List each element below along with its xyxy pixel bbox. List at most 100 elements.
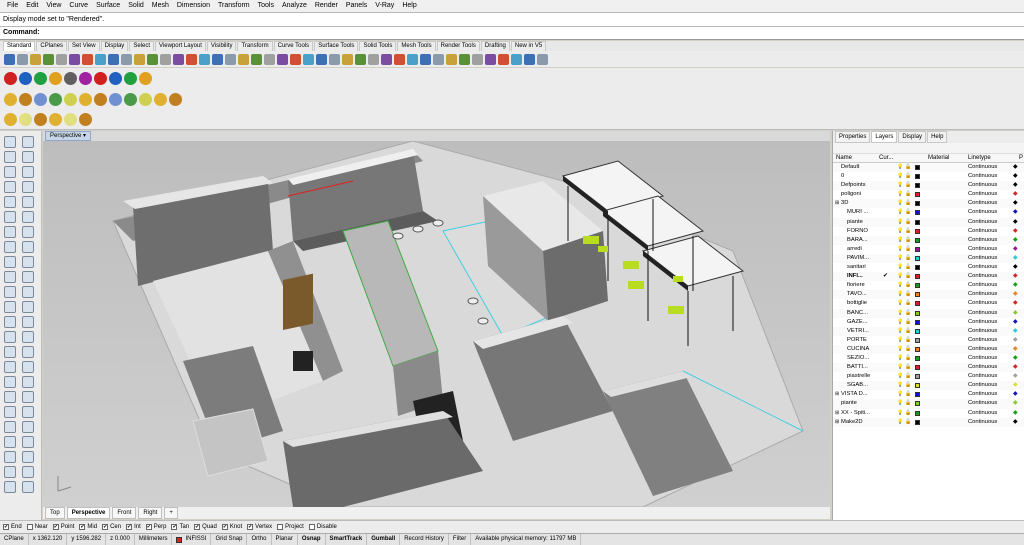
toolbar-tool-icon[interactable] [79, 92, 92, 106]
toggle-grid-snap[interactable]: Grid Snap [211, 534, 248, 545]
toolbar-tool-icon[interactable] [17, 53, 28, 65]
visibility-bulb-icon[interactable]: 💡 [897, 363, 903, 372]
tool-icon[interactable] [4, 166, 16, 178]
cplane-label[interactable]: CPlane [0, 534, 29, 545]
toolbar-tool-icon[interactable] [124, 72, 137, 85]
tool-icon[interactable] [4, 466, 16, 478]
toolbar-tool-icon[interactable] [316, 53, 327, 65]
layer-linetype[interactable]: Continuous [968, 399, 997, 408]
tool-icon[interactable] [4, 436, 16, 448]
layer-color-swatch[interactable] [915, 283, 920, 289]
tool-icon[interactable] [22, 286, 34, 298]
toolbar-tool-icon[interactable] [169, 92, 182, 106]
tool-icon[interactable] [22, 136, 34, 148]
lock-icon[interactable]: 🔓 [905, 272, 911, 281]
toolbar-tool-icon[interactable] [277, 53, 288, 65]
layer-row[interactable]: BATTI... 💡 🔓 Continuous ◆ [833, 363, 1024, 373]
visibility-bulb-icon[interactable]: 💡 [897, 227, 903, 236]
osnap-mid[interactable]: ✔ Mid [79, 524, 97, 530]
toolbar-tool-icon[interactable] [342, 53, 353, 65]
viewport-tab-top[interactable]: Top [45, 507, 65, 519]
layer-linetype[interactable]: Continuous [968, 172, 997, 181]
layer-color-swatch[interactable] [915, 246, 920, 252]
viewport-tab-right[interactable]: Right [138, 507, 163, 519]
layer-name[interactable]: FORNO [847, 227, 868, 236]
toolbar-tool-icon[interactable] [407, 53, 418, 65]
tab-viewport-layout[interactable]: Viewport Layout [155, 41, 206, 51]
print-color-icon[interactable]: ◆ [1013, 318, 1017, 327]
print-color-icon[interactable]: ◆ [1013, 172, 1017, 181]
tool-icon[interactable] [22, 211, 34, 223]
layer-row[interactable]: fioriere 💡 🔓 Continuous ◆ [833, 281, 1024, 290]
print-color-icon[interactable]: ◆ [1013, 181, 1017, 190]
tool-icon[interactable] [22, 166, 34, 178]
layer-name[interactable]: piante [847, 218, 863, 227]
layer-name[interactable]: GAZE... [847, 318, 868, 327]
print-color-icon[interactable]: ◆ [1013, 345, 1017, 354]
lock-icon[interactable]: 🔓 [905, 418, 911, 427]
tab-select[interactable]: Select [129, 41, 154, 51]
tool-icon[interactable] [4, 361, 16, 373]
menu-item-dimension[interactable]: Dimension [173, 0, 214, 12]
layer-name[interactable]: CUCINA [847, 345, 869, 354]
tab-surface-tools[interactable]: Surface Tools [314, 41, 359, 51]
viewport-title[interactable]: Perspective ▾ [45, 131, 92, 141]
tool-icon[interactable] [4, 286, 16, 298]
layer-row[interactable]: TAVO... 💡 🔓 Continuous ◆ [833, 290, 1024, 300]
osnap-cen[interactable]: ✔ Cen [102, 524, 121, 530]
osnap-checkbox[interactable]: ✔ [79, 524, 86, 530]
toolbar-tool-icon[interactable] [109, 72, 122, 85]
toolbar-tool-icon[interactable] [64, 72, 77, 85]
toolbar-tool-icon[interactable] [524, 53, 535, 65]
layer-name[interactable]: Make2D [841, 418, 863, 427]
layer-color-swatch[interactable] [915, 401, 920, 407]
osnap-checkbox[interactable] [277, 524, 284, 530]
lock-icon[interactable]: 🔓 [905, 199, 911, 208]
print-color-icon[interactable]: ◆ [1013, 299, 1017, 308]
visibility-bulb-icon[interactable]: 💡 [897, 181, 903, 190]
tool-icon[interactable] [22, 301, 34, 313]
layer-row[interactable]: ⊞ XX - Spiti... 💡 🔓 Continuous ◆ [833, 409, 1024, 418]
layer-linetype[interactable]: Continuous [968, 418, 997, 427]
layer-name[interactable]: sanitari [847, 263, 866, 272]
tab-new-in-v5[interactable]: New in V5 [510, 41, 547, 51]
layer-color-swatch[interactable] [915, 192, 920, 198]
menu-item-panels[interactable]: Panels [342, 0, 371, 12]
toggle-gumball[interactable]: Gumball [367, 534, 401, 545]
lock-icon[interactable]: 🔓 [905, 208, 911, 217]
toggle-smarttrack[interactable]: SmartTrack [326, 534, 368, 545]
toolbar-tool-icon[interactable] [199, 53, 210, 65]
toolbar-tool-icon[interactable] [537, 53, 548, 65]
layer-row[interactable]: SGAB... 💡 🔓 Continuous ◆ [833, 381, 1024, 391]
layer-name[interactable]: poligoni [841, 190, 861, 199]
layer-color-swatch[interactable] [915, 274, 920, 280]
print-color-icon[interactable]: ◆ [1013, 409, 1017, 418]
toolbar-tool-icon[interactable] [95, 53, 106, 65]
toolbar-tool-icon[interactable] [139, 92, 152, 106]
visibility-bulb-icon[interactable]: 💡 [897, 254, 903, 263]
layer-name[interactable]: bottiglie [847, 299, 867, 308]
layer-row[interactable]: SEZIO... 💡 🔓 Continuous ◆ [833, 354, 1024, 363]
layer-linetype[interactable]: Continuous [968, 381, 997, 390]
visibility-bulb-icon[interactable]: 💡 [897, 399, 903, 408]
tab-drafting[interactable]: Drafting [480, 41, 510, 51]
lock-icon[interactable]: 🔓 [905, 227, 911, 236]
toolbar-tool-icon[interactable] [49, 112, 62, 126]
tool-icon[interactable] [4, 331, 16, 343]
osnap-vertex[interactable]: ✔ Vertex [247, 524, 272, 530]
layer-row[interactable]: BANC... 💡 🔓 Continuous ◆ [833, 308, 1024, 318]
layer-linetype[interactable]: Continuous [968, 290, 997, 299]
print-color-icon[interactable]: ◆ [1013, 327, 1017, 336]
osnap-checkbox[interactable]: ✔ [194, 524, 201, 530]
toolbar-tool-icon[interactable] [124, 92, 137, 106]
print-color-icon[interactable]: ◆ [1013, 272, 1017, 281]
lock-icon[interactable]: 🔓 [905, 363, 911, 372]
layer-name[interactable]: SEZIO... [847, 354, 869, 363]
layer-row[interactable]: FORNO 💡 🔓 Continuous ◆ [833, 227, 1024, 236]
menu-item-tools[interactable]: Tools [254, 0, 278, 12]
layer-row[interactable]: ⊞ 3D 💡 🔓 Continuous ◆ [833, 199, 1024, 209]
tool-icon[interactable] [22, 151, 34, 163]
lock-icon[interactable]: 🔓 [905, 172, 911, 181]
layer-linetype[interactable]: Continuous [968, 281, 997, 290]
layer-color-swatch[interactable] [915, 337, 920, 343]
